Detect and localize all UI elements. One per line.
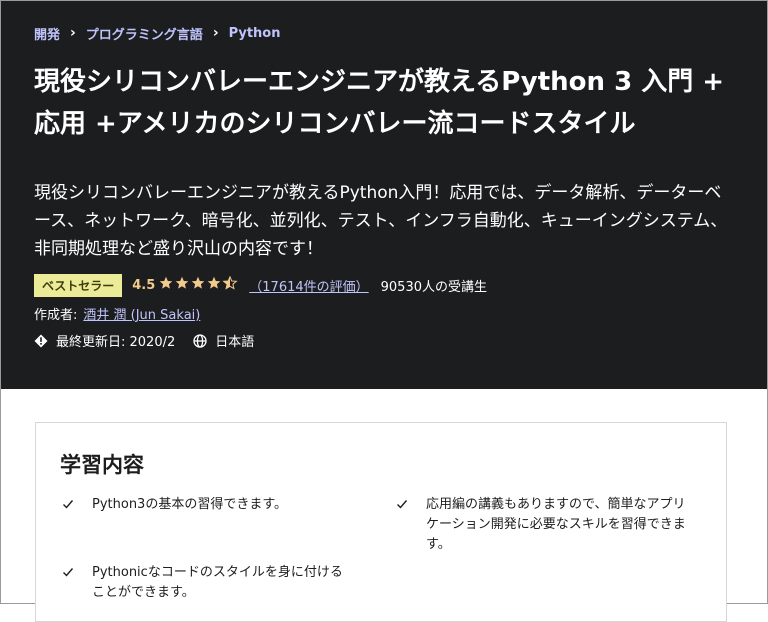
star-rating xyxy=(159,276,241,294)
star-icon xyxy=(175,276,189,289)
star-icon xyxy=(159,276,173,289)
author-label: 作成者: xyxy=(34,308,78,323)
learn-item-text: Pythonicなコードのスタイルを身に付けることができます。 xyxy=(92,565,343,600)
learn-item-text: 応用編の講義もありますので、簡単なアプリケーション開発に必要なスキルを習得できま… xyxy=(426,497,686,552)
half-star-icon xyxy=(223,276,238,290)
course-title: 現役シリコンバレーエンジニアが教えるPython 3 入門 + 応用 +アメリカ… xyxy=(34,67,725,139)
learn-item: Pythonicなコードのスタイルを身に付けることができます。 xyxy=(62,563,352,603)
course-language: 日本語 xyxy=(215,335,255,350)
breadcrumb-item-programming-languages[interactable]: プログラミング言語 xyxy=(86,24,203,43)
breadcrumb-item-python[interactable]: Python xyxy=(229,26,281,41)
star-icon xyxy=(191,276,205,289)
learn-item: 応用編の講義もありますので、簡単なアプリケーション開発に必要なスキルを習得できま… xyxy=(396,495,696,555)
alert-icon xyxy=(34,334,48,348)
check-icon xyxy=(62,563,78,603)
chevron-right-icon: › xyxy=(212,25,219,41)
check-icon xyxy=(396,495,412,555)
check-icon xyxy=(62,495,78,517)
breadcrumb-item-development[interactable]: 開発 xyxy=(34,24,60,43)
learn-section-title: 学習内容 xyxy=(60,453,144,477)
ratings-count-link[interactable]: （17614件の評価） xyxy=(249,276,368,295)
last-updated: 最終更新日: 2020/2 xyxy=(56,335,176,350)
author-link[interactable]: 酒井 潤 (Jun Sakai) xyxy=(83,304,200,323)
globe-icon xyxy=(193,333,207,348)
what-you-will-learn-box: 学習内容 Python3の基本の習得できます。 応用編の講義もありますので、簡単… xyxy=(35,422,727,622)
course-header: 開発 › プログラミング言語 › Python 現役シリコンバレーエンジニアが教… xyxy=(1,1,767,389)
meta-row: 最終更新日: 2020/2 日本語 xyxy=(34,331,254,350)
learn-item: Python3の基本の習得できます。 xyxy=(62,495,352,517)
breadcrumb: 開発 › プログラミング言語 › Python xyxy=(34,23,281,43)
author-row: 作成者: 酒井 潤 (Jun Sakai) xyxy=(34,304,200,323)
learn-item-text: Python3の基本の習得できます。 xyxy=(92,497,288,512)
students-count: 90530人の受講生 xyxy=(380,279,487,295)
course-subtitle: 現役シリコンバレーエンジニアが教えるPython入門！応用では、データ解析、デー… xyxy=(34,183,728,259)
rating-score: 4.5 xyxy=(132,277,156,293)
bestseller-badge: ベストセラー xyxy=(34,273,123,297)
star-icon xyxy=(207,276,221,289)
rating-row: ベストセラー 4.5 （17614件の評価） 90530人の受講生 xyxy=(34,273,487,297)
chevron-right-icon: › xyxy=(70,25,76,41)
